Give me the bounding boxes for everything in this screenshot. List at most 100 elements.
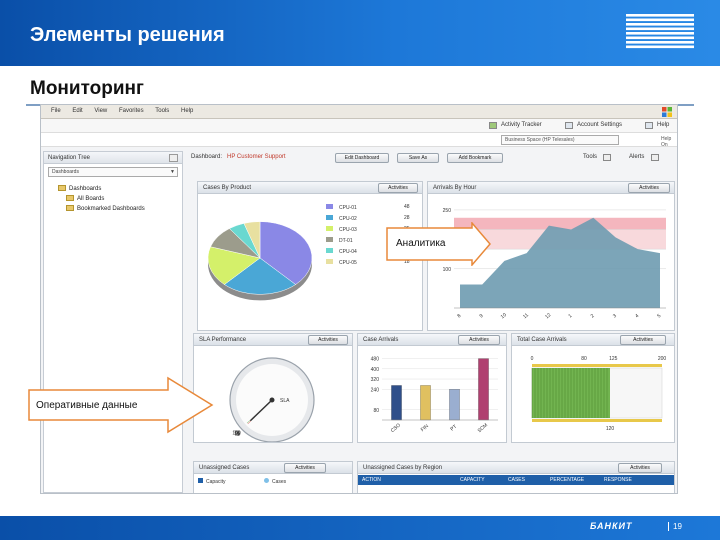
pie-legend-item: CPU-01 48 [326,204,410,215]
legend-swatch [326,237,333,242]
app-window: File Edit View Favorites Tools Help Acti… [40,104,678,494]
tree-item-label: Bookmarked Dashboards [77,206,145,212]
account-settings-link[interactable]: Account Settings [577,122,622,128]
bottom-tick-label: 120 [606,426,615,432]
x-tick-label: 11 [522,312,530,320]
footer-brand: БАНКИТ [590,521,633,531]
x-tick-label: 5 [656,313,662,320]
tree-list: Dashboards All Boards Bookmarked Dashboa… [44,185,182,215]
panel-unassigned-cases: Unassigned Cases Activities Capacity Cas… [193,461,353,493]
navigation-tree-title: Navigation Tree [48,155,91,161]
pie-legend-item: CPU-0418 [326,248,410,259]
tree-item-dashboards[interactable]: Dashboards [44,185,182,195]
x-tick-label: 9 [479,313,485,320]
menu-item-tools[interactable]: Tools [155,108,169,114]
panel-header: Unassigned Cases Activities [194,462,352,474]
menu-item-favorites[interactable]: Favorites [119,108,144,114]
top-band [532,364,662,367]
business-space-selector[interactable]: Business Space (HP Telesales) [501,135,619,145]
col-response[interactable]: RESPONSE [604,477,632,483]
y-tick-label: 320 [371,377,380,383]
activities-button[interactable]: Activities [628,183,670,193]
help-link[interactable]: Help [657,122,669,128]
col-capacity[interactable]: CAPACITY [460,477,485,483]
activities-button[interactable]: Activities [458,335,500,345]
bottom-band [532,419,662,422]
x-tick-label: 10 [500,312,508,320]
total-arrivals-chart: 0 80 125 200 120 [531,356,667,432]
x-tick-label: SCM [477,422,489,434]
activities-button[interactable]: Activities [308,335,348,345]
tools-dropdown-icon[interactable] [603,154,611,161]
app-toolbar: Activity Tracker Account Settings Help [41,119,677,133]
col-action[interactable]: ACTION [362,477,381,483]
panel-header: SLA Performance Activities [194,334,352,346]
bar-fin [420,385,431,421]
gauge-tick-label: 100 [232,430,241,436]
folder-icon [66,205,74,211]
bar-cso [391,385,402,421]
tree-item-label: Dashboards [69,186,102,192]
menu-item-view[interactable]: View [94,108,107,114]
legend-capacity: Capacity [198,478,225,485]
legend-swatch [326,215,333,220]
col-percentage[interactable]: PERCENTAGE [550,477,584,483]
menu-item-edit[interactable]: Edit [72,108,82,114]
chevron-down-icon: ▼ [170,169,175,175]
panel-title: Unassigned Cases [199,465,250,471]
x-tick-label: FIN [420,423,430,433]
activities-button[interactable]: Activities [620,335,666,345]
section-title: Мониторинг [30,78,144,99]
x-tick-label: CSO [390,422,402,434]
col-cases[interactable]: CASES [508,477,525,483]
activities-button[interactable]: Activities [284,463,326,473]
activity-tracker-link[interactable]: Activity Tracker [501,122,542,128]
legend-label: CPU-04 [339,249,357,255]
y-tick-label: 100 [443,267,452,273]
alerts-menu[interactable]: Alerts [629,154,644,160]
slide-footer: БАНКИТ 19 [0,516,720,540]
panel-header: Total Case Arrivals Activities [512,334,674,346]
windows-flag-icon [662,107,672,117]
nav-select[interactable]: Dashboards ▼ [48,167,178,177]
tools-menu[interactable]: Tools [583,154,597,160]
alerts-dropdown-icon[interactable] [651,154,659,161]
dashboard-label: Dashboard: [191,154,223,160]
legend-value: 48 [404,204,410,210]
legend-label: CPU-02 [339,216,357,222]
x-tick-label: 4 [634,313,640,320]
gauge-center-label: SLA [280,398,290,404]
x-tick-label: 8 [456,313,462,320]
panel-header: Arrivals By Hour Activities [428,182,674,194]
help-icon [645,122,653,129]
legend-swatch [326,259,333,264]
top-tick-label: 200 [658,356,667,362]
y-tick-label: 480 [371,357,380,363]
activities-button[interactable]: Activities [618,463,662,473]
menu-bar: File Edit View Favorites Tools Help [41,105,677,119]
slide-header: Элементы решения IBM [0,0,720,66]
panel-title: Cases By Product [203,185,252,191]
legend-swatch [326,226,333,231]
panel-header: Cases By Product Activities [198,182,422,194]
space-bar: Business Space (HP Telesales) Help On [41,133,677,148]
x-tick-label: 2 [590,313,596,320]
menu-item-file[interactable]: File [51,108,61,114]
add-bookmark-button[interactable]: Add Bookmark [447,153,503,163]
edit-dashboard-button[interactable]: Edit Dashboard [335,153,389,163]
legend-value: 28 [404,215,410,221]
panel-header: Unassigned Cases by Region Activities [358,462,674,474]
legend-swatch [326,204,333,209]
help-on-link[interactable]: Help On [661,136,677,148]
navigation-tree: Navigation Tree Dashboards ▼ Dashboards … [43,151,183,493]
save-as-button[interactable]: Save As [397,153,439,163]
y-tick-label: 400 [371,367,380,373]
menu-item-help[interactable]: Help [181,108,193,114]
collapse-icon[interactable] [169,154,178,162]
region-table-header: ACTION CAPACITY CASES PERCENTAGE RESPONS… [358,475,674,485]
tree-item-all-boards[interactable]: All Boards [44,195,182,205]
tree-item-bookmarked[interactable]: Bookmarked Dashboards [44,205,182,215]
activities-button[interactable]: Activities [378,183,418,193]
panel-title: Unassigned Cases by Region [363,465,443,471]
legend-label: CPU-05 [339,260,357,266]
